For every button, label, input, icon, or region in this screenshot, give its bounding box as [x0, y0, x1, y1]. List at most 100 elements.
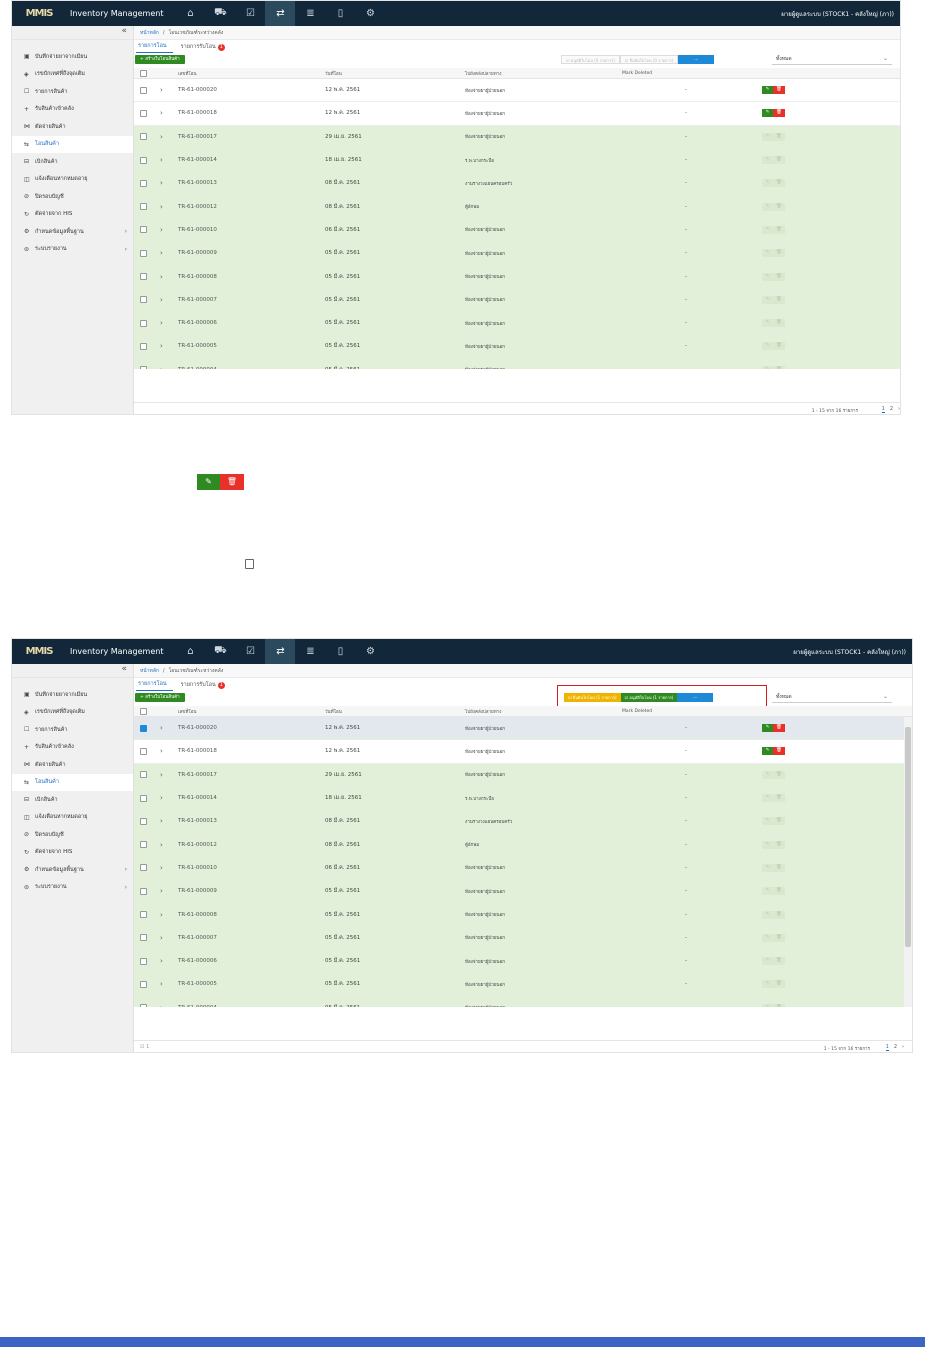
- row-checkbox[interactable]: [140, 156, 147, 164]
- edit-icon[interactable]: ✎: [762, 179, 773, 188]
- table-row[interactable]: › TR-61-000013 08 มี.ค. 2561 งานรางวงแผนครอ…: [134, 172, 900, 196]
- table-row[interactable]: › TR-61-000013 08 มี.ค. 2561 งานรางวงแผนครอ…: [134, 810, 912, 834]
- more-button[interactable]: ···: [678, 55, 715, 64]
- tab-receive-list[interactable]: รายการรับโอน 1: [179, 681, 231, 691]
- sidebar-item[interactable]: ⇆ โอนสินค้า: [12, 773, 133, 791]
- expand-row-icon[interactable]: ›: [160, 203, 163, 211]
- expand-row-icon[interactable]: ›: [160, 249, 163, 257]
- table-row[interactable]: › TR-61-000018 12 พ.ค. 2561 ห้องจ่ายยาผู้ป่…: [134, 740, 912, 764]
- edit-icon[interactable]: ✎: [762, 109, 773, 118]
- page-1[interactable]: 1: [881, 406, 885, 413]
- table-row[interactable]: › TR-61-000005 05 มี.ค. 2561 ห้องจ่ายยาผู้ป…: [134, 335, 900, 359]
- expand-row-icon[interactable]: ›: [160, 957, 163, 965]
- table-row[interactable]: › TR-61-000006 05 มี.ค. 2561 ห้องจ่ายยาผู้ป…: [134, 311, 900, 336]
- delete-icon[interactable]: 🗑: [773, 225, 785, 234]
- sidebar-item[interactable]: ⚙ กำหนดข้อมูลพื้นฐาน ›: [12, 223, 133, 241]
- delete-icon[interactable]: 🗑: [773, 365, 785, 369]
- delete-icon[interactable]: 🗑: [773, 980, 785, 989]
- delete-icon[interactable]: 🗑: [773, 272, 785, 281]
- tab-receive-list[interactable]: รายการรับโอน 1: [179, 43, 231, 53]
- delete-icon[interactable]: 🗑: [773, 957, 785, 966]
- table-row[interactable]: › TR-61-000020 12 พ.ค. 2561 ห้องจ่ายยาผู้ป่…: [134, 717, 912, 741]
- expand-row-icon[interactable]: ›: [160, 86, 163, 94]
- table-row[interactable]: › TR-61-000008 05 มี.ค. 2561 ห้องจ่ายยาผู้ป…: [134, 265, 900, 289]
- expand-row-icon[interactable]: ›: [160, 156, 163, 164]
- edit-icon[interactable]: ✎: [762, 817, 773, 826]
- expand-row-icon[interactable]: ›: [160, 179, 163, 187]
- sidebar-item[interactable]: ◈ เรขบักเทศที่ถึงจุดเติม: [12, 66, 133, 84]
- checkbox-example[interactable]: [245, 559, 254, 569]
- header-mark-deleted[interactable]: Mark Deleted: [622, 71, 652, 76]
- delete-icon[interactable]: 🗑: [773, 817, 785, 826]
- edit-icon[interactable]: ✎: [762, 249, 773, 258]
- home-icon[interactable]: ⌂: [175, 1, 205, 26]
- edit-icon[interactable]: ✎: [762, 887, 773, 896]
- table-row[interactable]: › TR-61-000005 05 มี.ค. 2561 ห้องจ่ายยาผู้ป…: [134, 973, 912, 997]
- table-row[interactable]: › TR-61-000014 18 เม.ย. 2561 ร.พ.บางกระบือ -…: [134, 786, 912, 811]
- delete-icon[interactable]: 🗑: [773, 179, 785, 188]
- delete-icon[interactable]: 🗑: [773, 249, 785, 258]
- sidebar-item[interactable]: ☐ รายการสินค้า: [12, 721, 133, 739]
- edit-icon[interactable]: ✎: [762, 202, 773, 211]
- document-icon[interactable]: ▯: [325, 1, 355, 26]
- transfer-icon[interactable]: ⇄: [265, 1, 296, 26]
- table-row[interactable]: › TR-61-000007 05 มี.ค. 2561 ห้องจ่ายยาผู้ป…: [134, 288, 900, 312]
- row-checkbox[interactable]: [140, 887, 147, 895]
- database-icon[interactable]: ≣: [295, 1, 325, 26]
- row-checkbox[interactable]: [140, 273, 147, 281]
- header-transfer-no[interactable]: เลขที่โอน: [178, 708, 197, 715]
- row-checkbox[interactable]: [140, 911, 147, 919]
- collapse-icon[interactable]: «: [12, 26, 133, 40]
- expand-row-icon[interactable]: ›: [160, 342, 163, 350]
- table-row[interactable]: › TR-61-000020 12 พ.ค. 2561 ห้องจ่ายยาผู้ป่…: [134, 79, 900, 103]
- user-menu[interactable]: ผายผู้ดูแลระบบ (STOCK1 - คลังใหญ่ (ภา)): [793, 647, 906, 657]
- table-row[interactable]: › TR-61-000010 06 มี.ค. 2561 ห้องจ่ายยาผู้ป…: [134, 856, 912, 881]
- table-row[interactable]: › TR-61-000010 06 มี.ค. 2561 ห้องจ่ายยาผู้ป…: [134, 218, 900, 243]
- row-checkbox[interactable]: [140, 934, 147, 942]
- row-checkbox[interactable]: [140, 747, 147, 755]
- row-checkbox[interactable]: [140, 179, 147, 187]
- header-date[interactable]: วันที่โอน: [325, 70, 342, 77]
- expand-row-icon[interactable]: ›: [160, 273, 163, 281]
- table-row[interactable]: › TR-61-000012 08 มี.ค. 2561 ตู้อักษม - ✎ 🗑: [134, 195, 900, 219]
- edit-icon[interactable]: ✎: [762, 794, 773, 803]
- breadcrumb-home[interactable]: หน้าหลัก: [140, 667, 159, 675]
- row-checkbox[interactable]: [140, 366, 147, 369]
- row-checkbox[interactable]: [140, 133, 147, 141]
- confirm-button[interactable]: ☑ ยืนยันใบโอน (1 รายการ): [564, 693, 621, 702]
- edit-icon[interactable]: ✎: [762, 86, 773, 95]
- expand-row-icon[interactable]: ›: [160, 771, 163, 779]
- sidebar-item[interactable]: + รับสินค้าเข้าคลัง: [12, 739, 133, 757]
- page-2[interactable]: 2: [894, 1044, 897, 1050]
- row-checkbox[interactable]: [140, 342, 147, 350]
- edit-icon[interactable]: ✎: [762, 910, 773, 919]
- tab-receive-label[interactable]: รายการรับโอน: [181, 682, 216, 688]
- expand-row-icon[interactable]: ›: [160, 841, 163, 849]
- gear-icon[interactable]: ⚙: [355, 1, 385, 26]
- more-button[interactable]: ···: [677, 693, 714, 702]
- sidebar-item[interactable]: ◫ แจ้งเตือนหากหมดอายุ: [12, 171, 133, 189]
- next-page-icon[interactable]: ›: [902, 1044, 904, 1050]
- expand-row-icon[interactable]: ›: [160, 133, 163, 141]
- database-icon[interactable]: ≣: [295, 639, 325, 664]
- edit-icon[interactable]: ✎: [197, 474, 220, 490]
- row-checkbox[interactable]: [140, 296, 147, 304]
- sidebar-item[interactable]: ⋈ ตัดจ่ายสินค้า: [12, 756, 133, 774]
- delete-icon[interactable]: 🗑: [773, 156, 785, 165]
- table-row[interactable]: › TR-61-000012 08 มี.ค. 2561 ตู้อักษม - ✎ 🗑: [134, 833, 912, 857]
- row-checkbox[interactable]: [140, 86, 147, 94]
- delete-icon[interactable]: 🗑: [773, 132, 785, 141]
- gear-icon[interactable]: ⚙: [355, 639, 385, 664]
- row-checkbox[interactable]: [140, 249, 147, 257]
- edit-icon[interactable]: ✎: [762, 724, 773, 733]
- expand-row-icon[interactable]: ›: [160, 366, 163, 369]
- sidebar-item[interactable]: ⚙ กำหนดข้อมูลพื้นฐาน ›: [12, 861, 133, 879]
- table-row[interactable]: › TR-61-000009 05 มี.ค. 2561 ห้องจ่ายยาผู้ป…: [134, 880, 912, 904]
- delete-icon[interactable]: 🗑: [773, 887, 785, 896]
- table-row[interactable]: › TR-61-000017 29 เม.ย. 2561 ห้องจ่ายยาผู้ป…: [134, 125, 900, 149]
- sidebar-item[interactable]: ⊘ ปิดรอบบัญชี: [12, 188, 133, 206]
- expand-row-icon[interactable]: ›: [160, 911, 163, 919]
- sidebar-item[interactable]: ⇆ โอนสินค้า: [12, 135, 133, 153]
- page-2[interactable]: 2: [890, 406, 893, 412]
- expand-row-icon[interactable]: ›: [160, 296, 163, 304]
